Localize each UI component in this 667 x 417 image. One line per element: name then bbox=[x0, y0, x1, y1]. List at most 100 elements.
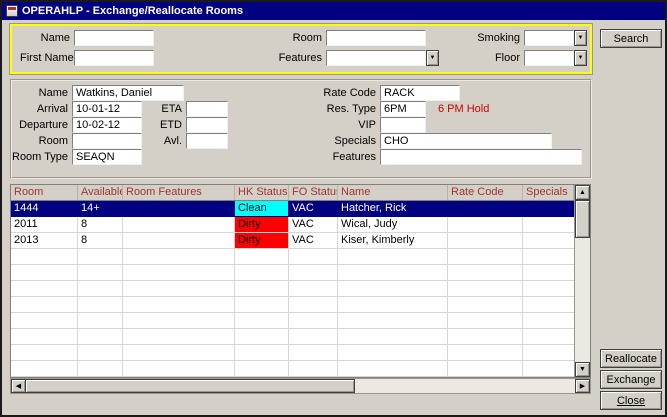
floor-lov-button[interactable]: ▼ bbox=[574, 50, 587, 66]
cell-hk-status: Dirty bbox=[235, 217, 289, 232]
first-name-label: First Name bbox=[20, 52, 70, 64]
table-cell-empty bbox=[338, 249, 448, 264]
vertical-scrollbar-thumb[interactable] bbox=[575, 200, 590, 238]
header-specials: Specials bbox=[523, 185, 574, 200]
table-cell-empty bbox=[11, 265, 78, 280]
window-title: OPERAHLP - Exchange/Reallocate Rooms bbox=[22, 5, 243, 17]
table-cell-empty bbox=[448, 313, 523, 328]
res-type-field[interactable] bbox=[380, 101, 426, 117]
vertical-scrollbar[interactable]: ▲ ▼ bbox=[574, 185, 590, 377]
scroll-right-button[interactable]: ▶ bbox=[575, 379, 590, 393]
table-cell-empty bbox=[448, 329, 523, 344]
cell-hk-status: Dirty bbox=[235, 233, 289, 248]
header-hk-status: HK Status bbox=[235, 185, 289, 200]
table-row-empty[interactable] bbox=[11, 313, 590, 329]
departure-field[interactable] bbox=[72, 117, 142, 133]
table-row-empty[interactable] bbox=[11, 297, 590, 313]
header-room: Room bbox=[11, 185, 78, 200]
cell-hk-status: Clean bbox=[235, 201, 289, 216]
table-row-empty[interactable] bbox=[11, 265, 590, 281]
grid-empty-rows bbox=[11, 249, 590, 377]
table-cell-empty bbox=[338, 329, 448, 344]
room-input[interactable] bbox=[326, 30, 426, 46]
table-row[interactable]: 2011 8 Dirty VAC Wical, Judy bbox=[11, 217, 590, 233]
floor-input[interactable] bbox=[524, 50, 574, 66]
table-cell-empty bbox=[78, 329, 123, 344]
header-room-features: Room Features bbox=[123, 185, 235, 200]
table-row-selected[interactable]: 1444 14+ Clean VAC Hatcher, Rick bbox=[11, 201, 590, 217]
features-label: Features bbox=[252, 52, 322, 64]
table-cell-empty bbox=[523, 265, 574, 280]
reallocate-button[interactable]: Reallocate bbox=[600, 349, 662, 368]
table-cell-empty bbox=[338, 265, 448, 280]
table-cell-empty bbox=[78, 265, 123, 280]
table-cell-empty bbox=[78, 361, 123, 376]
lov-arrow-icon: ▼ bbox=[578, 55, 584, 61]
table-cell-empty bbox=[448, 345, 523, 360]
arrow-down-icon: ▼ bbox=[579, 366, 586, 373]
table-cell-empty bbox=[78, 281, 123, 296]
cell-name: Wical, Judy bbox=[338, 217, 448, 232]
table-row-empty[interactable] bbox=[11, 329, 590, 345]
scroll-left-button[interactable]: ◀ bbox=[11, 379, 26, 393]
features-lov-button[interactable]: ▼ bbox=[426, 50, 439, 66]
rate-code-field[interactable] bbox=[380, 85, 460, 101]
etd-field[interactable] bbox=[186, 117, 228, 133]
etd-label: ETD bbox=[144, 119, 182, 131]
detail-room-field[interactable] bbox=[72, 133, 142, 149]
arrival-field[interactable] bbox=[72, 101, 142, 117]
lov-arrow-icon: ▼ bbox=[430, 55, 436, 61]
features-input[interactable] bbox=[326, 50, 426, 66]
table-cell-empty bbox=[448, 265, 523, 280]
table-row[interactable]: 2013 8 Dirty VAC Kiser, Kimberly bbox=[11, 233, 590, 249]
detail-features-field[interactable] bbox=[380, 149, 582, 165]
exchange-reallocate-window: OPERAHLP - Exchange/Reallocate Rooms Nam… bbox=[0, 0, 667, 417]
table-cell-empty bbox=[289, 345, 338, 360]
eta-field[interactable] bbox=[186, 101, 228, 117]
smoking-input[interactable] bbox=[524, 30, 574, 46]
cell-room: 2011 bbox=[11, 217, 78, 232]
table-cell-empty bbox=[235, 297, 289, 312]
cell-specials bbox=[523, 233, 574, 248]
header-name: Name bbox=[338, 185, 448, 200]
table-cell-empty bbox=[78, 313, 123, 328]
table-cell-empty bbox=[11, 361, 78, 376]
table-cell-empty bbox=[338, 345, 448, 360]
vip-field[interactable] bbox=[380, 117, 426, 133]
name-input[interactable] bbox=[74, 30, 154, 46]
horizontal-scrollbar[interactable]: ◀ ▶ bbox=[10, 378, 591, 394]
detail-name-field[interactable] bbox=[72, 85, 184, 101]
cell-fo-status: VAC bbox=[289, 217, 338, 232]
avl-field[interactable] bbox=[186, 133, 228, 149]
table-cell-empty bbox=[235, 329, 289, 344]
table-cell-empty bbox=[338, 313, 448, 328]
table-cell-empty bbox=[338, 361, 448, 376]
horizontal-scrollbar-thumb[interactable] bbox=[25, 379, 355, 393]
table-cell-empty bbox=[289, 329, 338, 344]
hold-note: 6 PM Hold bbox=[438, 103, 489, 115]
table-cell-empty bbox=[448, 249, 523, 264]
scroll-down-button[interactable]: ▼ bbox=[575, 362, 590, 377]
exchange-button[interactable]: Exchange bbox=[600, 370, 662, 389]
titlebar[interactable]: OPERAHLP - Exchange/Reallocate Rooms bbox=[2, 2, 665, 20]
cell-name: Hatcher, Rick bbox=[338, 201, 448, 216]
room-type-field[interactable] bbox=[72, 149, 142, 165]
scroll-up-button[interactable]: ▲ bbox=[575, 185, 590, 200]
table-cell-empty bbox=[123, 361, 235, 376]
table-cell-empty bbox=[123, 265, 235, 280]
table-cell-empty bbox=[523, 313, 574, 328]
table-row-empty[interactable] bbox=[11, 361, 590, 377]
first-name-input[interactable] bbox=[74, 50, 154, 66]
specials-field[interactable] bbox=[380, 133, 552, 149]
table-row-empty[interactable] bbox=[11, 281, 590, 297]
header-rate-code: Rate Code bbox=[448, 185, 523, 200]
cell-available: 8 bbox=[78, 233, 123, 248]
table-row-empty[interactable] bbox=[11, 249, 590, 265]
floor-label: Floor bbox=[442, 52, 520, 64]
table-row-empty[interactable] bbox=[11, 345, 590, 361]
close-button[interactable]: Close bbox=[600, 391, 662, 410]
smoking-lov-button[interactable]: ▼ bbox=[574, 30, 587, 46]
table-cell-empty bbox=[123, 345, 235, 360]
table-cell-empty bbox=[523, 361, 574, 376]
search-button[interactable]: Search bbox=[600, 29, 662, 48]
